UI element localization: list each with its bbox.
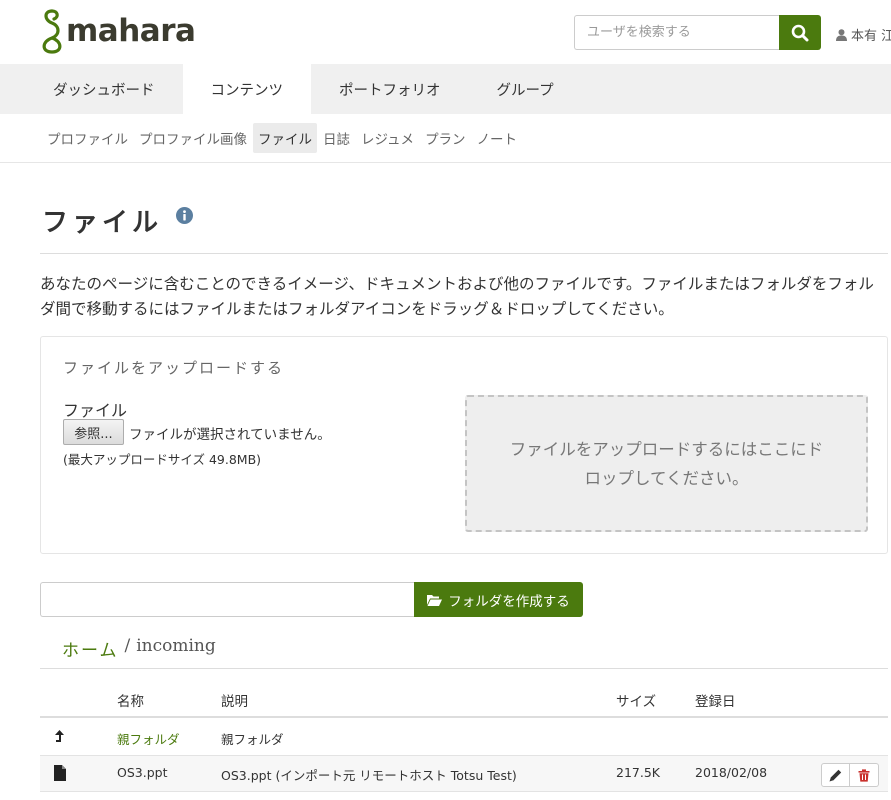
logo-text: mahara <box>66 13 196 49</box>
files-table-header: 名称 説明 サイズ 登録日 <box>40 680 888 718</box>
upload-heading: ファイルをアップロードする <box>63 359 285 377</box>
user-search-input[interactable] <box>574 15 779 50</box>
subnav-notes[interactable]: ノート <box>472 123 523 153</box>
level-up-icon <box>55 730 64 742</box>
breadcrumb-divider <box>40 668 888 669</box>
file-dropzone[interactable]: ファイルをアップロードするにはここにドロップしてください。 <box>465 395 868 532</box>
create-folder-button[interactable]: フォルダを作成する <box>414 582 583 617</box>
user-search <box>574 15 821 50</box>
folder-name-input[interactable] <box>40 582 415 617</box>
mahara-logo-icon <box>42 9 62 54</box>
folder-open-icon <box>427 594 443 606</box>
col-size-header[interactable]: サイズ <box>616 690 656 710</box>
main-nav: ダッシュボード コンテンツ ポートフォリオ グループ <box>0 64 891 114</box>
parent-folder-link[interactable]: 親フォルダ <box>117 729 180 748</box>
tab-content[interactable]: コンテンツ <box>182 64 311 114</box>
file-description: OS3.ppt (インポート元 リモートホスト Totsu Test) <box>221 768 517 783</box>
file-label: ファイル <box>63 401 128 420</box>
breadcrumb-home[interactable]: ホーム <box>62 636 119 661</box>
delete-file-button[interactable] <box>850 763 879 787</box>
subnav-plans[interactable]: プラン <box>420 123 471 153</box>
search-button[interactable] <box>779 15 821 50</box>
file-icon <box>54 765 66 781</box>
breadcrumb: ホーム / incoming <box>62 636 216 661</box>
sub-nav: プロファイル プロファイル画像 ファイル 日誌 レジュメ プラン ノート <box>0 114 891 163</box>
search-icon <box>791 24 809 41</box>
create-folder-label: フォルダを作成する <box>448 593 570 609</box>
dropzone-text: ファイルをアップロードするにはここにドロップしてください。 <box>509 439 824 488</box>
page-description: あなたのページに含むことのできるイメージ、ドキュメントおよび他のファイルです。フ… <box>40 275 874 318</box>
user-menu-link[interactable]: 本有 江 <box>836 25 891 44</box>
table-row-parent-folder[interactable]: 親フォルダ 親フォルダ <box>40 720 888 756</box>
table-row[interactable]: OS3.ppt OS3.ppt (インポート元 リモートホスト Totsu Te… <box>40 756 888 792</box>
no-file-selected-text: ファイルが選択されていません。 <box>129 427 331 443</box>
col-name-header[interactable]: 名称 <box>117 690 144 710</box>
breadcrumb-separator: / <box>124 636 131 656</box>
title-divider <box>40 253 888 254</box>
max-upload-size: (最大アップロードサイズ 49.8MB) <box>63 452 262 467</box>
tab-portfolio[interactable]: ポートフォリオ <box>311 64 469 114</box>
col-description-header: 説明 <box>221 694 248 710</box>
subnav-journal[interactable]: 日誌 <box>318 123 355 153</box>
tab-dashboard[interactable]: ダッシュボード <box>25 64 183 114</box>
file-name[interactable]: OS3.ppt <box>117 765 167 780</box>
edit-file-button[interactable] <box>821 763 850 787</box>
site-header: mahara 本有 江 <box>0 0 891 64</box>
trash-icon <box>858 768 870 782</box>
file-date: 2018/02/08 <box>695 765 768 780</box>
user-icon <box>836 28 847 41</box>
breadcrumb-current: incoming <box>136 636 216 656</box>
subnav-profile[interactable]: プロファイル <box>42 123 133 153</box>
col-date-header[interactable]: 登録日 <box>695 690 736 710</box>
file-actions <box>821 763 879 787</box>
upload-panel: ファイルをアップロードする ファイル 参照... ファイルが選択されていません。… <box>40 336 888 554</box>
file-size: 217.5K <box>616 765 660 780</box>
page-title: ファイル <box>42 208 163 238</box>
pencil-icon <box>829 769 842 781</box>
tab-groups[interactable]: グループ <box>469 64 582 114</box>
subnav-files[interactable]: ファイル <box>253 123 317 153</box>
info-icon[interactable] <box>176 207 193 224</box>
user-name: 本有 江 <box>851 29 891 44</box>
parent-folder-description: 親フォルダ <box>221 732 284 747</box>
mahara-logo[interactable]: mahara <box>38 8 196 54</box>
browse-button[interactable]: 参照... <box>63 419 124 445</box>
subnav-profile-image[interactable]: プロファイル画像 <box>134 123 252 153</box>
subnav-resume[interactable]: レジュメ <box>356 123 419 153</box>
